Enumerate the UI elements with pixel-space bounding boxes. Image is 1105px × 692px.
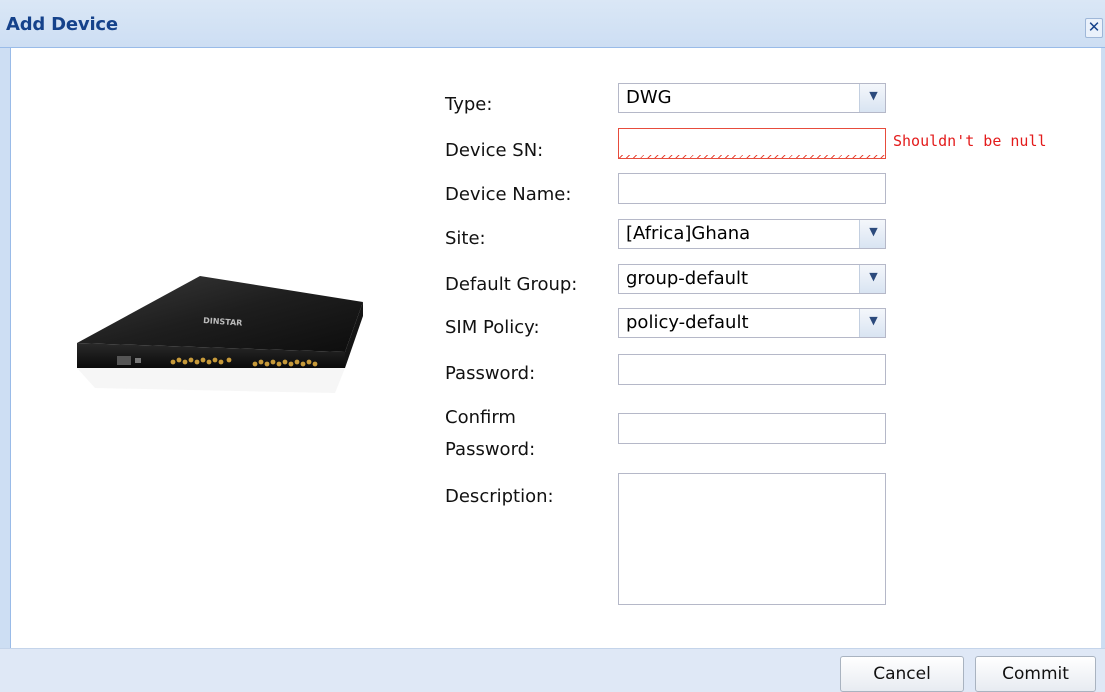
device-sn-error: Shouldn't be null <box>893 132 1047 150</box>
add-device-dialog: Add Device ✕ DINSTAR Type: DWG ▼ Device … <box>0 0 1105 692</box>
confirm-password-label-line2: Password: <box>445 439 536 460</box>
close-icon[interactable]: ✕ <box>1085 18 1103 38</box>
cancel-button[interactable]: Cancel <box>840 656 964 692</box>
dialog-title: Add Device <box>6 14 118 35</box>
commit-button[interactable]: Commit <box>975 656 1096 692</box>
device-name-input[interactable] <box>618 173 886 204</box>
site-label: Site: <box>445 228 486 249</box>
site-select[interactable]: [Africa]Ghana ▼ <box>618 219 886 249</box>
site-dropdown-trigger[interactable]: ▼ <box>859 220 885 248</box>
password-label: Password: <box>445 363 536 384</box>
dialog-titlebar[interactable]: Add Device ✕ <box>0 0 1105 48</box>
chevron-down-icon: ▼ <box>869 270 878 283</box>
password-input[interactable] <box>618 354 886 385</box>
chevron-down-icon: ▼ <box>869 89 878 102</box>
device-sn-label: Device SN: <box>445 140 544 161</box>
chevron-down-icon: ▼ <box>869 314 878 327</box>
default-group-dropdown-trigger[interactable]: ▼ <box>859 265 885 293</box>
default-group-value: group-default <box>626 268 749 289</box>
default-group-label: Default Group: <box>445 274 578 295</box>
description-textarea[interactable] <box>618 473 886 605</box>
site-value: [Africa]Ghana <box>626 223 751 244</box>
type-select[interactable]: DWG ▼ <box>618 83 886 113</box>
device-name-label: Device Name: <box>445 184 572 205</box>
device-image: DINSTAR <box>77 276 363 393</box>
description-label: Description: <box>445 486 554 507</box>
chevron-down-icon: ▼ <box>869 225 878 238</box>
type-value: DWG <box>626 87 672 108</box>
dialog-right-border <box>1101 48 1105 648</box>
confirm-password-label-line1: Confirm <box>445 407 516 428</box>
type-dropdown-trigger[interactable]: ▼ <box>859 84 885 112</box>
device-sn-input[interactable] <box>618 128 886 159</box>
sim-policy-value: policy-default <box>626 312 749 333</box>
confirm-password-input[interactable] <box>618 413 886 444</box>
sim-policy-dropdown-trigger[interactable]: ▼ <box>859 309 885 337</box>
sim-policy-label: SIM Policy: <box>445 317 540 338</box>
dialog-left-border <box>0 48 11 648</box>
type-label: Type: <box>445 94 493 115</box>
sim-policy-select[interactable]: policy-default ▼ <box>618 308 886 338</box>
default-group-select[interactable]: group-default ▼ <box>618 264 886 294</box>
